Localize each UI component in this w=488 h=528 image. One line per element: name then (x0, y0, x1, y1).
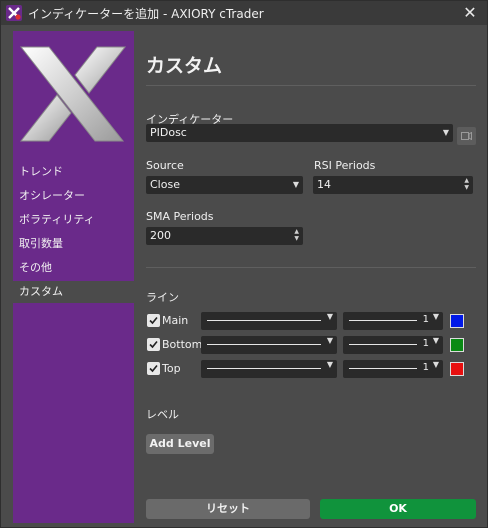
rsi-periods-value: 14 (317, 178, 331, 191)
line-style-preview (207, 344, 321, 345)
sidebar-item-trend[interactable]: トレンド (13, 161, 134, 183)
divider (146, 267, 476, 268)
main-line-style-select[interactable]: ▼ (201, 312, 337, 330)
sidebar-item-volume[interactable]: 取引数量 (13, 233, 134, 255)
sma-periods-value: 200 (150, 229, 171, 242)
window-title: インディケーターを追加 - AXIORY cTrader (28, 6, 264, 21)
reset-button[interactable]: リセット (146, 499, 310, 519)
category-nav: トレンド オシレーター ボラティリティ 取引数量 その他 カスタム (13, 161, 134, 305)
chevron-down-icon: ▼ (292, 180, 299, 189)
bottom-line-label: Bottom (162, 338, 203, 351)
indicator-value: PIDosc (150, 126, 187, 139)
line-width-preview (349, 368, 417, 369)
indicator-select[interactable]: PIDosc ▼ (146, 124, 453, 142)
chevron-down-icon: ▼ (442, 128, 449, 137)
sidebar-item-custom[interactable]: カスタム (13, 281, 134, 303)
category-sidebar: トレンド オシレーター ボラティリティ 取引数量 その他 カスタム (13, 31, 134, 523)
source-label: Source (146, 159, 184, 172)
chevron-down-icon: ▼ (326, 336, 333, 345)
line-width-preview (349, 320, 417, 321)
top-line-width-select[interactable]: 1 ▼ (343, 360, 443, 378)
chevron-down-icon: ▼ (326, 360, 333, 369)
stepper-arrows-icon[interactable]: ▲ ▼ (294, 228, 299, 242)
line-width-preview (349, 344, 417, 345)
settings-panel: カスタム インディケーター PIDosc ▼ Source Close ▼ RS… (146, 31, 476, 523)
top-line-width-value: 1 (422, 362, 429, 373)
sidebar-item-oscillator[interactable]: オシレーター (13, 185, 134, 207)
line-style-preview (207, 320, 321, 321)
source-select[interactable]: Close ▼ (146, 176, 303, 194)
sidebar-item-volatility[interactable]: ボラティリティ (13, 209, 134, 231)
main-line-label: Main (162, 314, 189, 327)
top-line-label: Top (162, 362, 181, 375)
line-row-main: Main ▼ 1 ▼ (146, 312, 476, 330)
axiory-logo (19, 46, 127, 142)
bottom-line-checkbox[interactable] (147, 338, 160, 351)
top-line-color-swatch[interactable] (450, 362, 464, 376)
close-icon: ✕ (463, 3, 477, 22)
bottom-line-width-value: 1 (422, 338, 429, 349)
chevron-down-icon: ▼ (326, 312, 333, 321)
ctrader-app-icon (6, 5, 22, 21)
chevron-down-icon: ▼ (432, 336, 439, 345)
top-line-style-select[interactable]: ▼ (201, 360, 337, 378)
video-camera-icon (461, 132, 472, 140)
rsi-periods-stepper[interactable]: 14 ▲ ▼ (313, 176, 473, 194)
rsi-periods-label: RSI Periods (314, 159, 376, 172)
bottom-line-width-select[interactable]: 1 ▼ (343, 336, 443, 354)
sma-periods-stepper[interactable]: 200 ▲ ▼ (146, 227, 303, 245)
stepper-arrows-icon[interactable]: ▲ ▼ (464, 177, 469, 191)
line-row-bottom: Bottom ▼ 1 ▼ (146, 336, 476, 354)
main-line-width-value: 1 (422, 314, 429, 325)
close-button[interactable]: ✕ (461, 4, 479, 22)
add-indicator-window: インディケーターを追加 - AXIORY cTrader ✕ トレンド オシレー… (0, 0, 488, 528)
bottom-line-color-swatch[interactable] (450, 338, 464, 352)
chevron-down-icon: ▼ (432, 360, 439, 369)
bottom-line-style-select[interactable]: ▼ (201, 336, 337, 354)
top-line-checkbox[interactable] (147, 362, 160, 375)
levels-section-label: レベル (146, 408, 179, 421)
indicator-options-button[interactable] (457, 127, 476, 145)
title-bar: インディケーターを追加 - AXIORY cTrader ✕ (1, 1, 487, 25)
main-line-checkbox[interactable] (147, 314, 160, 327)
main-line-color-swatch[interactable] (450, 314, 464, 328)
source-value: Close (150, 178, 180, 191)
ok-button[interactable]: OK (320, 499, 476, 519)
add-level-button[interactable]: Add Level (146, 434, 214, 454)
main-line-width-select[interactable]: 1 ▼ (343, 312, 443, 330)
checkmark-icon (149, 340, 158, 349)
divider (146, 85, 476, 86)
checkmark-icon (149, 316, 158, 325)
line-style-preview (207, 368, 321, 369)
sidebar-item-other[interactable]: その他 (13, 257, 134, 279)
sma-periods-label: SMA Periods (146, 210, 214, 223)
line-row-top: Top ▼ 1 ▼ (146, 360, 476, 378)
lines-section-label: ライン (146, 291, 179, 304)
page-title: カスタム (146, 55, 223, 77)
checkmark-icon (149, 364, 158, 373)
chevron-down-icon: ▼ (432, 312, 439, 321)
